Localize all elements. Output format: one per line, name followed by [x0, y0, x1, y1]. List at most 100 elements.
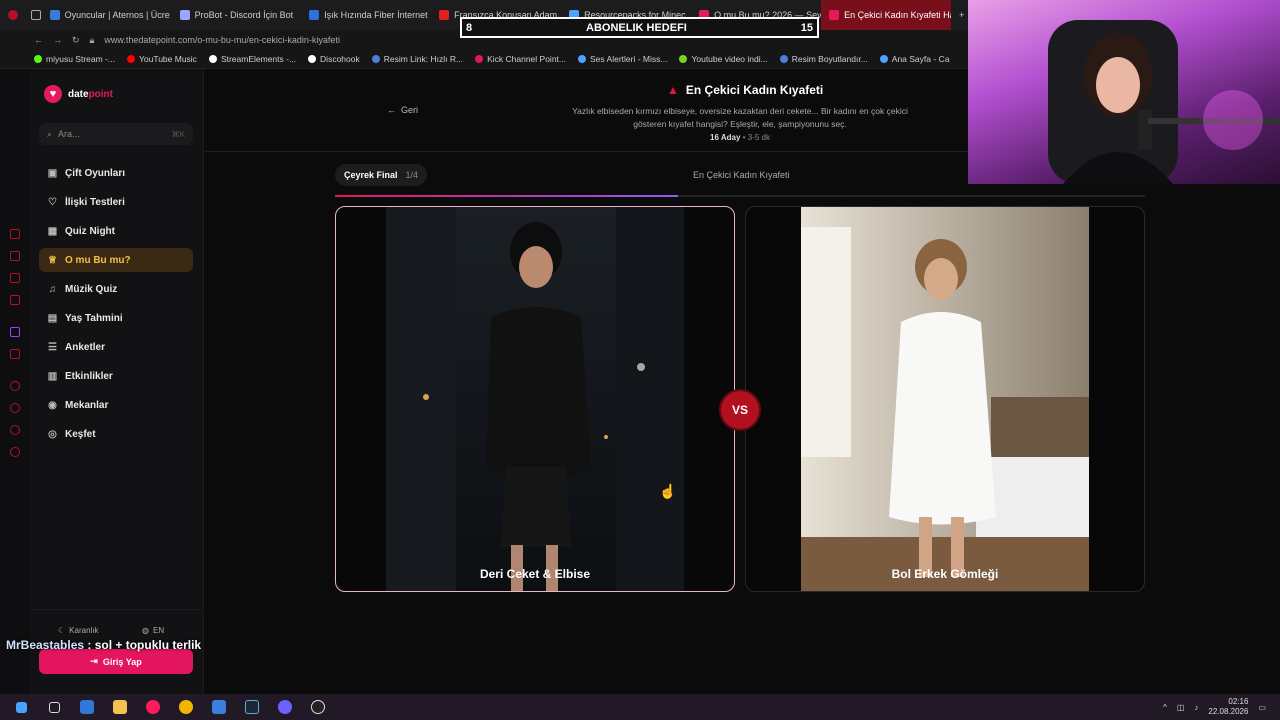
- bookmark-favicon-icon: [34, 55, 42, 63]
- opera-gx-icon[interactable]: [141, 695, 165, 719]
- app-icon[interactable]: [75, 695, 99, 719]
- browser-menu-icon[interactable]: [0, 0, 23, 30]
- sidebar-item[interactable]: ☰ Anketler: [39, 335, 193, 359]
- login-button[interactable]: ⇥ Giriş Yap: [39, 649, 193, 674]
- chevron-up-icon[interactable]: ^: [1163, 703, 1167, 712]
- browser-tab[interactable]: ProBot - Discord İçin Bot: [172, 0, 302, 30]
- sidebar-item[interactable]: ▦ Quiz Night: [39, 219, 193, 243]
- tab-favicon-icon: [439, 10, 450, 20]
- volume-icon[interactable]: ♪: [1194, 703, 1198, 712]
- file-explorer-icon[interactable]: [108, 695, 132, 719]
- strip-icon[interactable]: [10, 229, 20, 239]
- strip-icon[interactable]: [10, 273, 20, 283]
- browser-tab[interactable]: En Çekici Kadın Kıyafeti Ha: [821, 0, 952, 30]
- new-tab-button[interactable]: +: [951, 0, 968, 30]
- bookmark-item[interactable]: Ses Alertleri - Miss...: [578, 54, 667, 64]
- login-label: Giriş Yap: [102, 656, 142, 667]
- dress-icon: ▲: [667, 83, 679, 97]
- sidebar-item-label: Yaş Tahmini: [65, 312, 123, 324]
- bookmark-item[interactable]: Kick Channel Point...: [475, 54, 566, 64]
- tab-label: Işık Hızında Fiber İnternet: [324, 10, 428, 20]
- back-button[interactable]: ← Geri: [387, 105, 418, 115]
- strip-icon[interactable]: [10, 349, 20, 359]
- sidebar-item-label: Anketler: [65, 341, 106, 353]
- sidebar-item[interactable]: ♕ O mu Bu mu?: [39, 248, 193, 272]
- strip-icon[interactable]: [10, 251, 20, 261]
- sidebar-item[interactable]: ▤ Yaş Tahmini: [39, 306, 193, 330]
- twitch-icon[interactable]: [10, 327, 20, 337]
- list-icon: ☰: [48, 341, 57, 353]
- start-icon[interactable]: [9, 695, 33, 719]
- back-nav-icon[interactable]: ←: [34, 35, 43, 45]
- webcam-overlay: [968, 0, 1280, 184]
- bookmark-item[interactable]: Resim Link: Hızlı R...: [371, 54, 463, 64]
- tab-list-icon[interactable]: [23, 0, 42, 30]
- bookmark-label: miyusu Stream -...: [46, 54, 115, 64]
- clock-icon[interactable]: [10, 403, 20, 413]
- strip-icon[interactable]: [10, 381, 20, 391]
- clock[interactable]: 02:16 22.08.2026: [1208, 697, 1248, 717]
- bookmark-favicon-icon: [779, 55, 788, 63]
- right-caption: Bol Erkek Gömleği: [891, 567, 999, 581]
- sidebar-item-label: Müzik Quiz: [65, 283, 118, 295]
- steam-icon[interactable]: [240, 695, 264, 719]
- sidebar-item[interactable]: ▥ Etkinlikler: [39, 364, 193, 388]
- sidebar-item[interactable]: ◎ Keşfet: [39, 422, 193, 446]
- browser-tab[interactable]: Işık Hızında Fiber İnternet: [301, 0, 431, 30]
- search-input[interactable]: ⌕ Ara... ⌘K: [39, 123, 193, 145]
- url-field[interactable]: www.thedatepoint.com/o-mu-bu-mu/en-cekic…: [104, 35, 340, 45]
- bookmark-favicon-icon: [126, 55, 135, 63]
- browser-tab[interactable]: Oyuncular | Aternos | Ücre: [42, 0, 172, 30]
- choice-card-left[interactable]: Deri Ceket & Elbise: [335, 206, 735, 592]
- bookmark-item[interactable]: Ana Sayfa - Ca: [879, 54, 949, 64]
- task-view-icon[interactable]: [42, 695, 66, 719]
- forward-nav-icon[interactable]: →: [53, 35, 62, 45]
- goal-target: 15: [800, 21, 813, 34]
- bookmark-item[interactable]: Youtube video indi...: [679, 54, 768, 64]
- sidebar-footer: ☾ Karanlık ◍ EN: [30, 609, 204, 635]
- sidebar: ♥ datepoint ⌕ Ara... ⌘K ▣ Çift Oyunları ♡ İ…: [30, 69, 204, 694]
- heart-icon: ♡: [48, 196, 57, 208]
- bookmark-item[interactable]: miyusu Stream -...: [34, 54, 115, 64]
- sidebar-item-label: Keşfet: [65, 428, 96, 440]
- network-icon[interactable]: ◫: [1177, 703, 1185, 712]
- obs-icon[interactable]: [306, 695, 330, 719]
- goal-label: ABONELIK HEDEFI: [586, 21, 687, 34]
- sidebar-item[interactable]: ♡ İlişki Testleri: [39, 190, 193, 214]
- bookmarks-bar: miyusu Stream -... YouTube Music StreamEle…: [0, 50, 968, 69]
- heart-logo-icon: ♥: [44, 85, 62, 103]
- browser-side-strip: [0, 69, 30, 694]
- bookmark-item[interactable]: YouTube Music: [126, 54, 197, 64]
- sidebar-item[interactable]: ▣ Çift Oyunları: [39, 161, 193, 185]
- bookmark-label: StreamElements -...: [220, 54, 297, 64]
- choice-card-right[interactable]: Bol Erkek Gömleği: [745, 206, 1145, 592]
- settings-icon[interactable]: [10, 447, 20, 457]
- language-toggle[interactable]: ◍ EN: [142, 626, 164, 635]
- logo[interactable]: ♥ datepoint: [44, 85, 113, 103]
- sidebar-item[interactable]: ♫ Müzik Quiz: [39, 277, 193, 301]
- calendar-icon: ▤: [47, 312, 58, 324]
- strip-icon[interactable]: [10, 295, 20, 305]
- notification-icon[interactable]: ▭: [1258, 703, 1266, 712]
- bookmark-item[interactable]: Resim Boyutlandır...: [779, 54, 868, 64]
- tab-label: En Çekici Kadın Kıyafeti Ha: [844, 10, 952, 20]
- sidebar-item[interactable]: ◉ Mekanlar: [39, 393, 193, 417]
- chrome-icon[interactable]: [174, 695, 198, 719]
- divider: [205, 151, 968, 152]
- trophy-icon: ♕: [48, 254, 57, 266]
- location-icon: ◉: [48, 399, 57, 411]
- compass-icon: ◎: [48, 428, 57, 440]
- chat-username: MrBeastables: [6, 638, 85, 652]
- event-icon: ▥: [47, 370, 58, 382]
- bookmark-item[interactable]: StreamElements -...: [208, 54, 297, 64]
- taskbar: ^ ◫ ♪ 02:16 22.08.2026 ▭: [0, 694, 1280, 720]
- globe-icon: ◍: [142, 626, 149, 635]
- reload-icon[interactable]: ↻: [72, 35, 80, 46]
- bookmark-item[interactable]: Discohook: [308, 54, 360, 64]
- strip-icon[interactable]: [10, 425, 20, 435]
- app-icon[interactable]: [207, 695, 231, 719]
- discord-icon[interactable]: [273, 695, 297, 719]
- logo-text-point: point: [88, 88, 113, 100]
- sidebar-item-label: Etkinlikler: [65, 370, 113, 382]
- theme-toggle[interactable]: ☾ Karanlık: [58, 626, 99, 635]
